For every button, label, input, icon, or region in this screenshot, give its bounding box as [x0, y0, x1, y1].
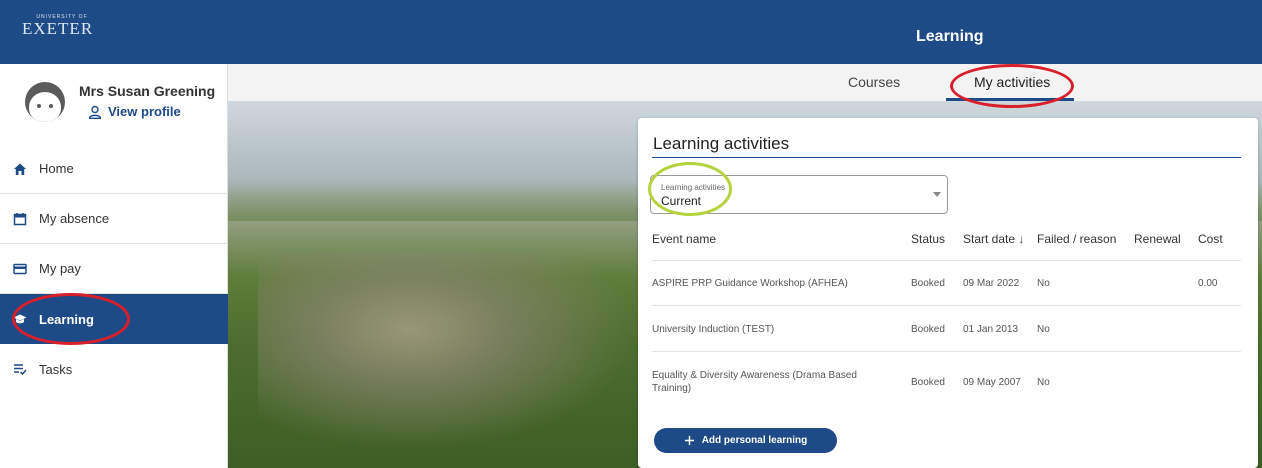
learning-activities-panel: Learning activities Learning activities …	[638, 118, 1258, 468]
person-icon	[88, 105, 102, 119]
tab-my-activities[interactable]: My activities	[974, 74, 1050, 90]
cell-event-name-continued: Training)	[652, 383, 692, 394]
divider	[652, 351, 1241, 352]
column-header-status[interactable]: Status	[911, 232, 945, 246]
home-icon	[14, 163, 26, 175]
column-header-cost[interactable]: Cost	[1198, 232, 1223, 246]
sidebar-item-learning[interactable]: Learning	[0, 294, 228, 344]
divider	[652, 260, 1241, 261]
calendar-icon	[13, 212, 27, 225]
cell-event-name: University Induction (TEST)	[652, 324, 775, 335]
cell-failed: No	[1037, 278, 1050, 289]
table-header: Event name Status Start date ↓ Failed / …	[652, 230, 1241, 260]
tab-courses[interactable]: Courses	[848, 74, 900, 90]
divider	[652, 157, 1241, 158]
avatar-face-icon	[29, 92, 61, 122]
plus-icon	[684, 435, 694, 446]
column-header-event-name[interactable]: Event name	[652, 232, 716, 246]
column-header-renewal[interactable]: Renewal	[1134, 232, 1181, 246]
sidebar-item-label: My absence	[39, 211, 110, 226]
add-button-label: Add personal learning	[701, 435, 808, 446]
view-profile-link[interactable]: View profile	[88, 104, 181, 119]
cell-failed: No	[1037, 377, 1050, 388]
main-content: Courses My activities Learning activitie…	[228, 64, 1262, 468]
avatar[interactable]	[25, 82, 65, 122]
sidebar-item-home[interactable]: Home	[0, 144, 228, 194]
sidebar-item-tasks[interactable]: Tasks	[0, 344, 228, 394]
add-personal-learning-button[interactable]: Add personal learning	[654, 428, 837, 453]
sidebar-item-label: Learning	[39, 311, 94, 327]
cell-failed: No	[1037, 324, 1050, 335]
cell-event-name: Equality & Diversity Awareness (Drama Ba…	[652, 370, 857, 381]
cell-status: Booked	[911, 377, 945, 388]
panel-title: Learning activities	[653, 134, 790, 153]
sidebar-item-my-pay[interactable]: My pay	[0, 244, 228, 294]
cell-cost: 0.00	[1198, 278, 1218, 289]
top-bar: UNIVERSITY OF EXETER Learning	[0, 0, 1262, 64]
sidebar-item-label: My pay	[39, 261, 81, 276]
logo-wordmark: EXETER	[22, 19, 94, 38]
page-title: Learning	[916, 28, 984, 45]
chevron-down-icon	[933, 192, 941, 197]
sidebar-item-my-absence[interactable]: My absence	[0, 194, 228, 244]
sidebar: Mrs Susan Greening View profile Home My …	[0, 64, 228, 468]
cell-start-date: 09 May 2007	[963, 377, 1021, 388]
select-value: Current	[661, 194, 702, 208]
activities-filter-select[interactable]: Learning activities Current	[650, 175, 948, 214]
card-icon	[13, 263, 27, 274]
university-logo[interactable]: UNIVERSITY OF EXETER	[22, 14, 102, 48]
user-name: Mrs Susan Greening	[79, 83, 216, 99]
sort-arrow-down-icon: ↓	[1018, 232, 1025, 246]
cell-start-date: 09 Mar 2022	[963, 278, 1020, 289]
cell-status: Booked	[911, 278, 945, 289]
avatar-eye-icon	[49, 104, 53, 108]
sidebar-item-label: Tasks	[39, 361, 73, 377]
graduation-cap-icon	[13, 314, 27, 324]
cell-start-date: 01 Jan 2013	[963, 324, 1019, 335]
select-label: Learning activities	[661, 183, 726, 192]
view-profile-label: View profile	[108, 104, 181, 119]
column-header-start-date[interactable]: Start date ↓	[963, 232, 1024, 246]
cell-event-name: ASPIRE PRP Guidance Workshop (AFHEA)	[652, 278, 848, 289]
avatar-eye-icon	[37, 104, 41, 108]
column-header-label: Start date	[963, 232, 1016, 246]
sidebar-nav: Home My absence My pay Learning Tasks	[0, 144, 228, 394]
column-header-failed-reason[interactable]: Failed / reason	[1037, 232, 1116, 246]
cell-status: Booked	[911, 324, 945, 335]
checklist-icon	[14, 364, 27, 376]
sidebar-item-label: Home	[39, 161, 74, 176]
divider	[652, 305, 1241, 306]
tab-bar: Courses My activities	[228, 64, 1262, 101]
